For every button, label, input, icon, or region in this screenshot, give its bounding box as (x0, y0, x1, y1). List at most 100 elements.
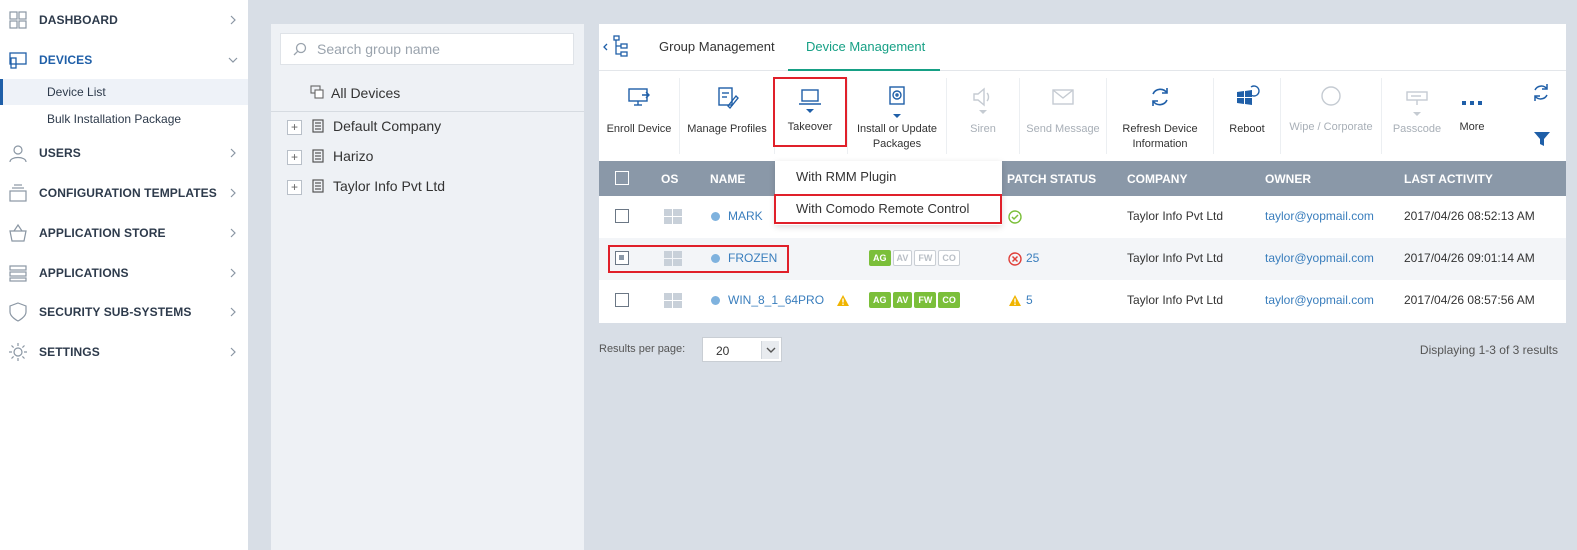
owner-link[interactable]: taylor@yopmail.com (1265, 209, 1374, 223)
caret-down-icon (1413, 112, 1421, 116)
sidebar-item-device-list[interactable]: Device List (0, 79, 248, 105)
company-icon (312, 149, 324, 163)
select-all-checkbox[interactable] (615, 171, 629, 185)
nav-dashboard[interactable]: DASHBOARD (0, 0, 248, 40)
chevron-right-icon (230, 228, 236, 238)
tab-group-management[interactable]: Group Management (659, 39, 775, 54)
owner-link[interactable]: taylor@yopmail.com (1265, 251, 1374, 265)
sidebar: DASHBOARD DEVICES Device List Bulk Insta… (0, 0, 248, 550)
all-devices-node[interactable]: All Devices (271, 76, 584, 112)
nav-settings-label: SETTINGS (39, 345, 100, 359)
group-label: Default Company (333, 118, 442, 134)
takeover-button[interactable]: Takeover (775, 72, 845, 160)
dashboard-icon (9, 11, 27, 29)
expand-button[interactable]: + (287, 150, 302, 165)
owner-link[interactable]: taylor@yopmail.com (1265, 293, 1374, 307)
send-message-button[interactable]: Send Message (1020, 72, 1106, 160)
results-per-page-select[interactable]: 20 (702, 337, 782, 362)
row-checkbox[interactable] (615, 251, 629, 265)
nav-users[interactable]: USERS (0, 133, 248, 173)
nav-security-sub-systems[interactable]: SECURITY SUB-SYSTEMS (0, 292, 248, 332)
column-os[interactable]: OS (661, 172, 678, 186)
per-page-value: 20 (716, 344, 730, 358)
table-row[interactable]: FROZEN AG AV FW CO 25 Taylor Info Pvt Lt… (599, 238, 1566, 280)
sidebar-item-bulk-installation[interactable]: Bulk Installation Package (0, 106, 248, 132)
filter-icon[interactable] (1533, 130, 1551, 148)
menu-item-comodo-remote-control[interactable]: With Comodo Remote Control (775, 193, 1002, 223)
group-tree-panel: All Devices + Default Company + Harizo +… (271, 24, 584, 550)
group-search-input[interactable] (317, 41, 567, 57)
badge-av: AV (892, 292, 913, 308)
device-name-link[interactable]: WIN_8_1_64PRO (728, 293, 824, 307)
siren-button[interactable]: Siren (947, 72, 1019, 160)
nav-users-label: USERS (39, 146, 81, 160)
expand-button[interactable]: + (287, 120, 302, 135)
patch-count-link[interactable]: 5 (1026, 293, 1033, 307)
user-icon (9, 145, 27, 163)
group-node[interactable]: + Taylor Info Pvt Ltd (271, 172, 584, 202)
more-button[interactable]: More (1452, 72, 1492, 160)
error-circle-icon (1008, 252, 1022, 266)
chevron-right-icon (230, 188, 236, 198)
nav-settings[interactable]: SETTINGS (0, 332, 248, 372)
check-circle-icon (1008, 210, 1022, 224)
nav-application-store[interactable]: APPLICATION STORE (0, 213, 248, 253)
passcode-icon (1406, 91, 1428, 105)
last-activity-cell: 2017/04/26 09:01:14 AM (1404, 251, 1535, 265)
results-count: Displaying 1-3 of 3 results (1419, 343, 1558, 357)
status-dot (711, 212, 720, 221)
speaker-icon (973, 87, 990, 107)
group-node[interactable]: + Default Company (271, 112, 584, 142)
tree-toggle-icon[interactable] (601, 32, 631, 60)
gear-icon (9, 343, 27, 361)
refresh-list-icon[interactable] (1530, 82, 1552, 104)
device-name-link[interactable]: FROZEN (728, 251, 777, 265)
row-checkbox[interactable] (615, 209, 629, 223)
group-search-box[interactable] (280, 33, 574, 65)
install-update-packages-button[interactable]: Install or Update Packages (848, 72, 946, 160)
table-row[interactable]: WIN_8_1_64PRO AG AV FW CO 5 Taylor Info … (599, 280, 1566, 322)
chevron-right-icon (230, 148, 236, 158)
passcode-button[interactable]: Passcode (1382, 72, 1452, 160)
column-patch-status[interactable]: PATCH STATUS (1007, 172, 1096, 186)
wipe-corporate-button[interactable]: Wipe / Corporate (1281, 72, 1381, 160)
refresh-device-information-button[interactable]: Refresh Device Information (1107, 72, 1213, 160)
badge-ag: AG (869, 250, 891, 266)
wipe-corporate-label: Wipe / Corporate (1289, 121, 1373, 133)
company-icon (312, 179, 324, 193)
table-header: OS NAME PATCH STATUS COMPANY OWNER LAST … (599, 161, 1566, 196)
active-tab-indicator (788, 69, 940, 71)
device-name-link[interactable]: MARK (728, 209, 763, 223)
nav-applications-label: APPLICATIONS (39, 266, 129, 280)
row-checkbox[interactable] (615, 293, 629, 307)
refresh-icon (1152, 88, 1168, 106)
expand-button[interactable]: + (287, 180, 302, 195)
company-cell: Taylor Info Pvt Ltd (1127, 209, 1224, 223)
install-update-packages-label: Install or Update Packages (856, 123, 938, 150)
nav-devices[interactable]: DEVICES (0, 40, 248, 80)
applications-icon (9, 265, 27, 282)
column-owner[interactable]: OWNER (1265, 172, 1311, 186)
menu-item-label: With RMM Plugin (796, 169, 897, 184)
table-row[interactable]: MARK Taylor Info Pvt Ltd taylor@yopmail.… (599, 196, 1566, 238)
column-company[interactable]: COMPANY (1127, 172, 1187, 186)
column-last-activity[interactable]: LAST ACTIVITY (1404, 172, 1493, 186)
badge-co: CO (938, 250, 960, 266)
tab-device-management[interactable]: Device Management (806, 39, 925, 54)
badge-co: CO (938, 292, 960, 308)
reboot-button[interactable]: Reboot (1214, 72, 1280, 160)
patch-count-link[interactable]: 25 (1026, 251, 1039, 265)
refresh-device-information-label: Refresh Device Information (1122, 123, 1198, 150)
manage-profiles-label: Manage Profiles (687, 123, 767, 135)
nav-applications[interactable]: APPLICATIONS (0, 253, 248, 293)
takeover-label: Takeover (787, 121, 833, 133)
column-name[interactable]: NAME (710, 172, 745, 186)
group-node[interactable]: + Harizo (271, 142, 584, 172)
nav-configuration-templates[interactable]: CONFIGURATION TEMPLATES (0, 173, 248, 213)
manage-profiles-button[interactable]: Manage Profiles (680, 72, 774, 160)
enroll-device-button[interactable]: Enroll Device (599, 72, 679, 160)
manage-profiles-icon (718, 87, 739, 110)
menu-item-rmm-plugin[interactable]: With RMM Plugin (775, 161, 1002, 191)
all-devices-icon (310, 85, 324, 99)
takeover-menu: With RMM Plugin With Comodo Remote Contr… (775, 161, 1002, 225)
